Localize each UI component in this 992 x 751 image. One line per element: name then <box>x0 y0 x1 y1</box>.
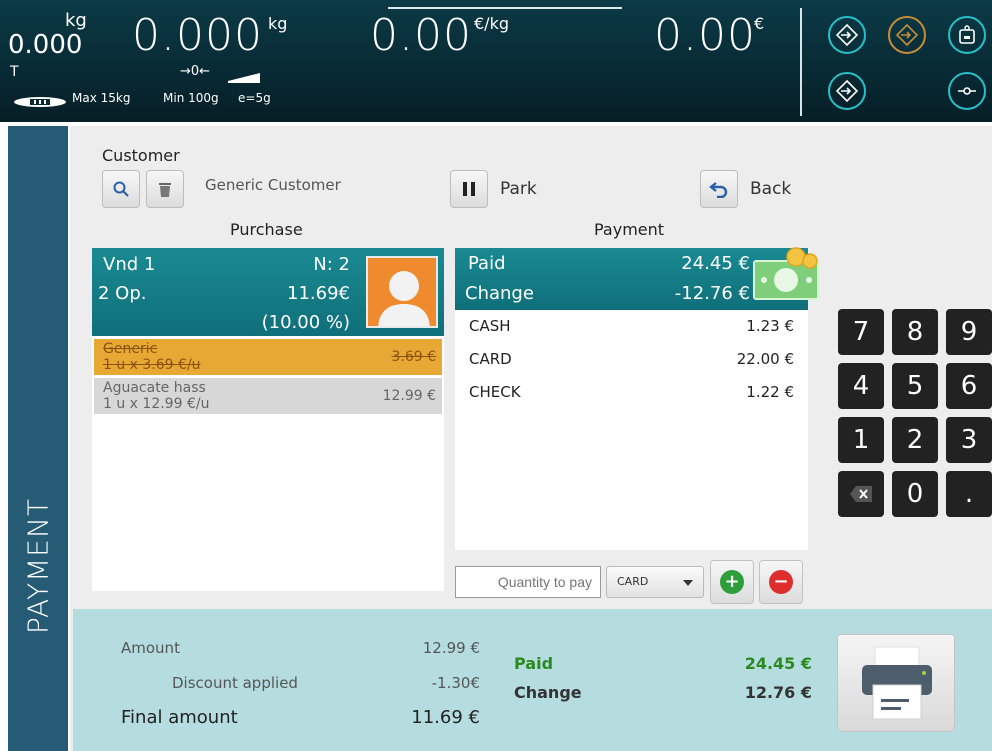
ticket-number: N: 2 <box>313 254 350 275</box>
back-label: Back <box>750 179 792 199</box>
pos-payment-screen: kg 0.000 T 0.000 kg →0← 0.00 €/kg 0.00 €… <box>0 0 992 751</box>
totals-paid-label: Paid <box>514 654 554 673</box>
discount-value: -1.30€ <box>431 674 480 692</box>
amount-value: 12.99 € <box>422 639 480 657</box>
scale-display: kg 0.000 T 0.000 kg →0← 0.00 €/kg 0.00 €… <box>0 0 992 122</box>
tare-flag: T <box>10 64 19 80</box>
item-price: 12.99 € <box>382 388 436 404</box>
operations-count: 2 Op. <box>98 283 147 304</box>
amount-label: Amount <box>121 639 180 657</box>
payment-row[interactable]: CARD 22.00 € <box>469 350 794 368</box>
tare-icon[interactable] <box>828 16 866 54</box>
top-vertical-divider <box>800 8 802 116</box>
scale-division: e=5g <box>238 91 271 105</box>
stable-indicator-icon <box>228 68 260 83</box>
trash-icon <box>159 183 171 197</box>
payment-method-select[interactable]: CARD <box>606 566 704 598</box>
purchase-total: 11.69€ <box>287 283 350 304</box>
totals-change-value: 12.76 € <box>744 683 812 702</box>
scale-info-icon[interactable] <box>948 16 986 54</box>
keypad-key[interactable]: 2 <box>892 417 938 463</box>
weight-value: 0.000 <box>132 10 263 61</box>
undo-icon <box>700 170 738 208</box>
change-value: -12.76 € <box>674 283 750 304</box>
print-button[interactable] <box>837 634 955 732</box>
customer-title: Customer <box>102 146 180 165</box>
purchase-item[interactable]: Generic 1 u x 3.69 €/u 3.69 € <box>94 339 442 375</box>
purchase-header: Vnd 1 N: 2 2 Op. 11.69€ (10.00 %) <box>92 248 444 336</box>
keypad-key[interactable]: 5 <box>892 363 938 409</box>
park-label: Park <box>500 179 537 199</box>
search-icon <box>113 181 129 197</box>
scale-plate-icon <box>14 93 66 107</box>
totals-paid-value: 24.45 € <box>744 654 812 673</box>
keypad-key[interactable]: 6 <box>946 363 992 409</box>
keypad-key[interactable]: 4 <box>838 363 884 409</box>
cash-icon <box>752 247 824 303</box>
keypad-key[interactable]: 0 <box>892 471 938 517</box>
discount-label: Discount applied <box>172 674 298 692</box>
payment-row[interactable]: CASH 1.23 € <box>469 317 794 335</box>
discount-percent: (10.00 %) <box>261 312 350 333</box>
person-icon <box>378 271 430 326</box>
minus-icon: − <box>769 570 793 594</box>
chevron-down-icon <box>683 580 693 586</box>
keypad-key[interactable]: . <box>946 471 992 517</box>
item-name-detail: Generic 1 u x 3.69 €/u <box>103 341 201 373</box>
item-name-detail: Aguacate hass 1 u x 12.99 €/u <box>103 380 210 412</box>
keypad-key[interactable]: 1 <box>838 417 884 463</box>
zero-icon[interactable] <box>948 72 986 110</box>
purchase-title: Purchase <box>230 220 303 239</box>
add-payment-button[interactable]: + <box>710 560 754 604</box>
plus-icon: + <box>720 570 744 594</box>
delete-customer-button[interactable] <box>146 170 184 208</box>
paid-label: Paid <box>468 253 506 274</box>
keypad-key[interactable]: 7 <box>838 309 884 355</box>
vendor-name: Vnd 1 <box>103 254 156 275</box>
price-unit: €/kg <box>474 14 509 33</box>
backspace-key[interactable] <box>838 471 884 517</box>
pause-icon <box>450 170 488 208</box>
item-price: 3.69 € <box>391 349 436 365</box>
totals-change-label: Change <box>514 683 582 702</box>
printer-icon <box>862 646 932 720</box>
park-button[interactable]: Park <box>450 170 537 208</box>
remove-payment-button[interactable]: − <box>759 560 803 604</box>
tare-unit: kg <box>65 10 87 31</box>
price-per-kg: 0.00 <box>370 10 472 61</box>
tare-value: 0.000 <box>8 30 83 60</box>
purchase-item[interactable]: Aguacate hass 1 u x 12.99 €/u 12.99 € <box>94 378 442 414</box>
payment-row[interactable]: CHECK 1.22 € <box>469 383 794 401</box>
keypad-key[interactable]: 8 <box>892 309 938 355</box>
search-customer-button[interactable] <box>102 170 140 208</box>
preset-tare-icon[interactable] <box>888 16 926 54</box>
paid-value: 24.45 € <box>681 253 750 274</box>
purchase-panel: Vnd 1 N: 2 2 Op. 11.69€ (10.00 %) Generi… <box>92 248 444 591</box>
zero-indicator: →0← <box>180 64 211 79</box>
sidebar: PAYMENT <box>8 126 68 751</box>
tare-icon-2[interactable] <box>828 72 866 110</box>
top-divider <box>388 7 622 9</box>
final-amount-value: 11.69 € <box>411 707 480 728</box>
total-price: 0.00 <box>654 10 756 61</box>
total-unit: € <box>754 14 765 33</box>
scale-max: Max 15kg <box>72 91 131 105</box>
customer-avatar[interactable] <box>366 256 438 328</box>
payment-method-selected: CARD <box>617 575 649 588</box>
quantity-to-pay-input[interactable] <box>455 566 601 598</box>
weight-unit: kg <box>268 14 288 33</box>
sidebar-label: PAYMENT <box>21 497 55 635</box>
keypad-key[interactable]: 9 <box>946 309 992 355</box>
keypad-key[interactable]: 3 <box>946 417 992 463</box>
backspace-icon <box>850 486 872 502</box>
change-label: Change <box>465 283 534 304</box>
back-button[interactable]: Back <box>700 170 791 208</box>
final-amount-label: Final amount <box>121 707 238 728</box>
payment-title: Payment <box>594 220 665 239</box>
customer-name: Generic Customer <box>205 176 341 194</box>
scale-min: Min 100g <box>163 91 219 105</box>
